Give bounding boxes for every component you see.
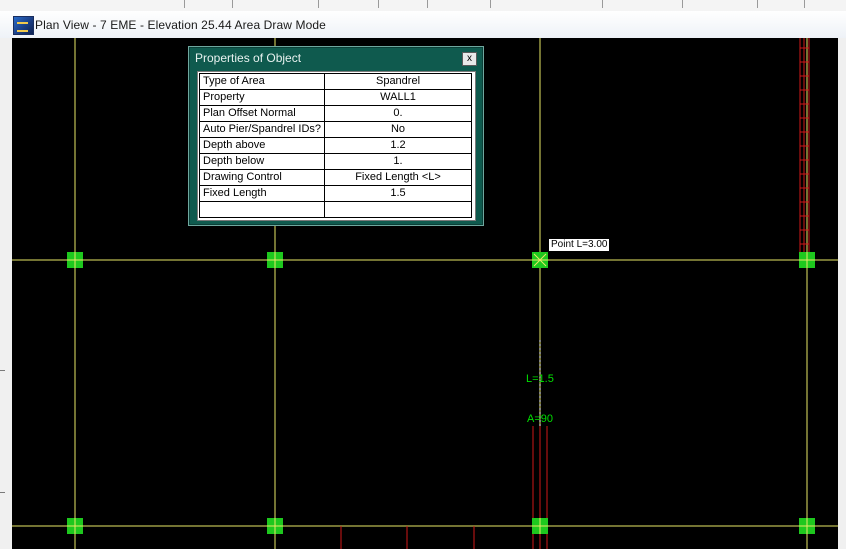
property-row[interactable]: Depth below 1. — [198, 153, 472, 170]
toolbar-separator — [490, 0, 491, 8]
right-frame-edge — [838, 38, 846, 549]
length-label: L=1.5 — [526, 373, 554, 385]
property-key: Fixed Length — [198, 185, 326, 202]
etabs-app-icon[interactable] — [13, 16, 34, 35]
toolbar-separator — [184, 0, 185, 8]
toolbar-separator — [318, 0, 319, 8]
property-value — [324, 201, 472, 218]
properties-of-object-dialog[interactable]: Properties of Object x Type of Area Span… — [188, 46, 484, 226]
toolbar-separator — [757, 0, 758, 8]
property-row[interactable]: Drawing Control Fixed Length <L> — [198, 169, 472, 186]
property-value[interactable]: 1.2 — [324, 137, 472, 154]
window-title: Plan View - 7 EME - Elevation 25.44 Area… — [35, 18, 326, 32]
property-value[interactable]: 0. — [324, 105, 472, 122]
toolbar-separator — [804, 0, 805, 8]
toolbar-separator — [602, 0, 603, 8]
property-value[interactable]: Fixed Length <L> — [324, 169, 472, 186]
property-key: Type of Area — [198, 73, 326, 90]
properties-grid[interactable]: Type of Area Spandrel Property WALL1 Pla… — [197, 71, 476, 221]
close-icon[interactable]: x — [462, 52, 477, 66]
property-key — [198, 201, 326, 218]
toolbar-separator — [682, 0, 683, 8]
property-key: Property — [198, 89, 326, 106]
edge-mark — [0, 370, 5, 371]
property-key: Depth above — [198, 137, 326, 154]
property-row-empty — [198, 201, 472, 218]
property-row[interactable]: Plan Offset Normal 0. — [198, 105, 472, 122]
toolbar-separator — [232, 0, 233, 8]
property-key: Plan Offset Normal — [198, 105, 326, 122]
property-key: Depth below — [198, 153, 326, 170]
property-value[interactable]: WALL1 — [324, 89, 472, 106]
property-value[interactable]: 1.5 — [324, 185, 472, 202]
property-value[interactable]: No — [324, 121, 472, 138]
properties-table: Type of Area Spandrel Property WALL1 Pla… — [198, 73, 472, 218]
property-row[interactable]: Depth above 1.2 — [198, 137, 472, 154]
angle-label: A=90 — [527, 413, 553, 425]
property-key: Drawing Control — [198, 169, 326, 186]
property-value[interactable]: Spandrel — [324, 73, 472, 90]
snap-tooltip: Point L=3.00 — [548, 238, 611, 252]
toolbar-separator — [378, 0, 379, 8]
property-row[interactable]: Type of Area Spandrel — [198, 73, 472, 90]
property-key: Auto Pier/Spandrel IDs? — [198, 121, 326, 138]
dialog-title: Properties of Object — [195, 51, 302, 65]
toolbar-separator — [427, 0, 428, 8]
property-value[interactable]: 1. — [324, 153, 472, 170]
property-row[interactable]: Auto Pier/Spandrel IDs? No — [198, 121, 472, 138]
property-row[interactable]: Fixed Length 1.5 — [198, 185, 472, 202]
window-titlebar[interactable]: Plan View - 7 EME - Elevation 25.44 Area… — [0, 11, 846, 39]
joint-crosshair — [67, 252, 815, 534]
property-row[interactable]: Property WALL1 — [198, 89, 472, 106]
edge-mark — [0, 492, 5, 493]
